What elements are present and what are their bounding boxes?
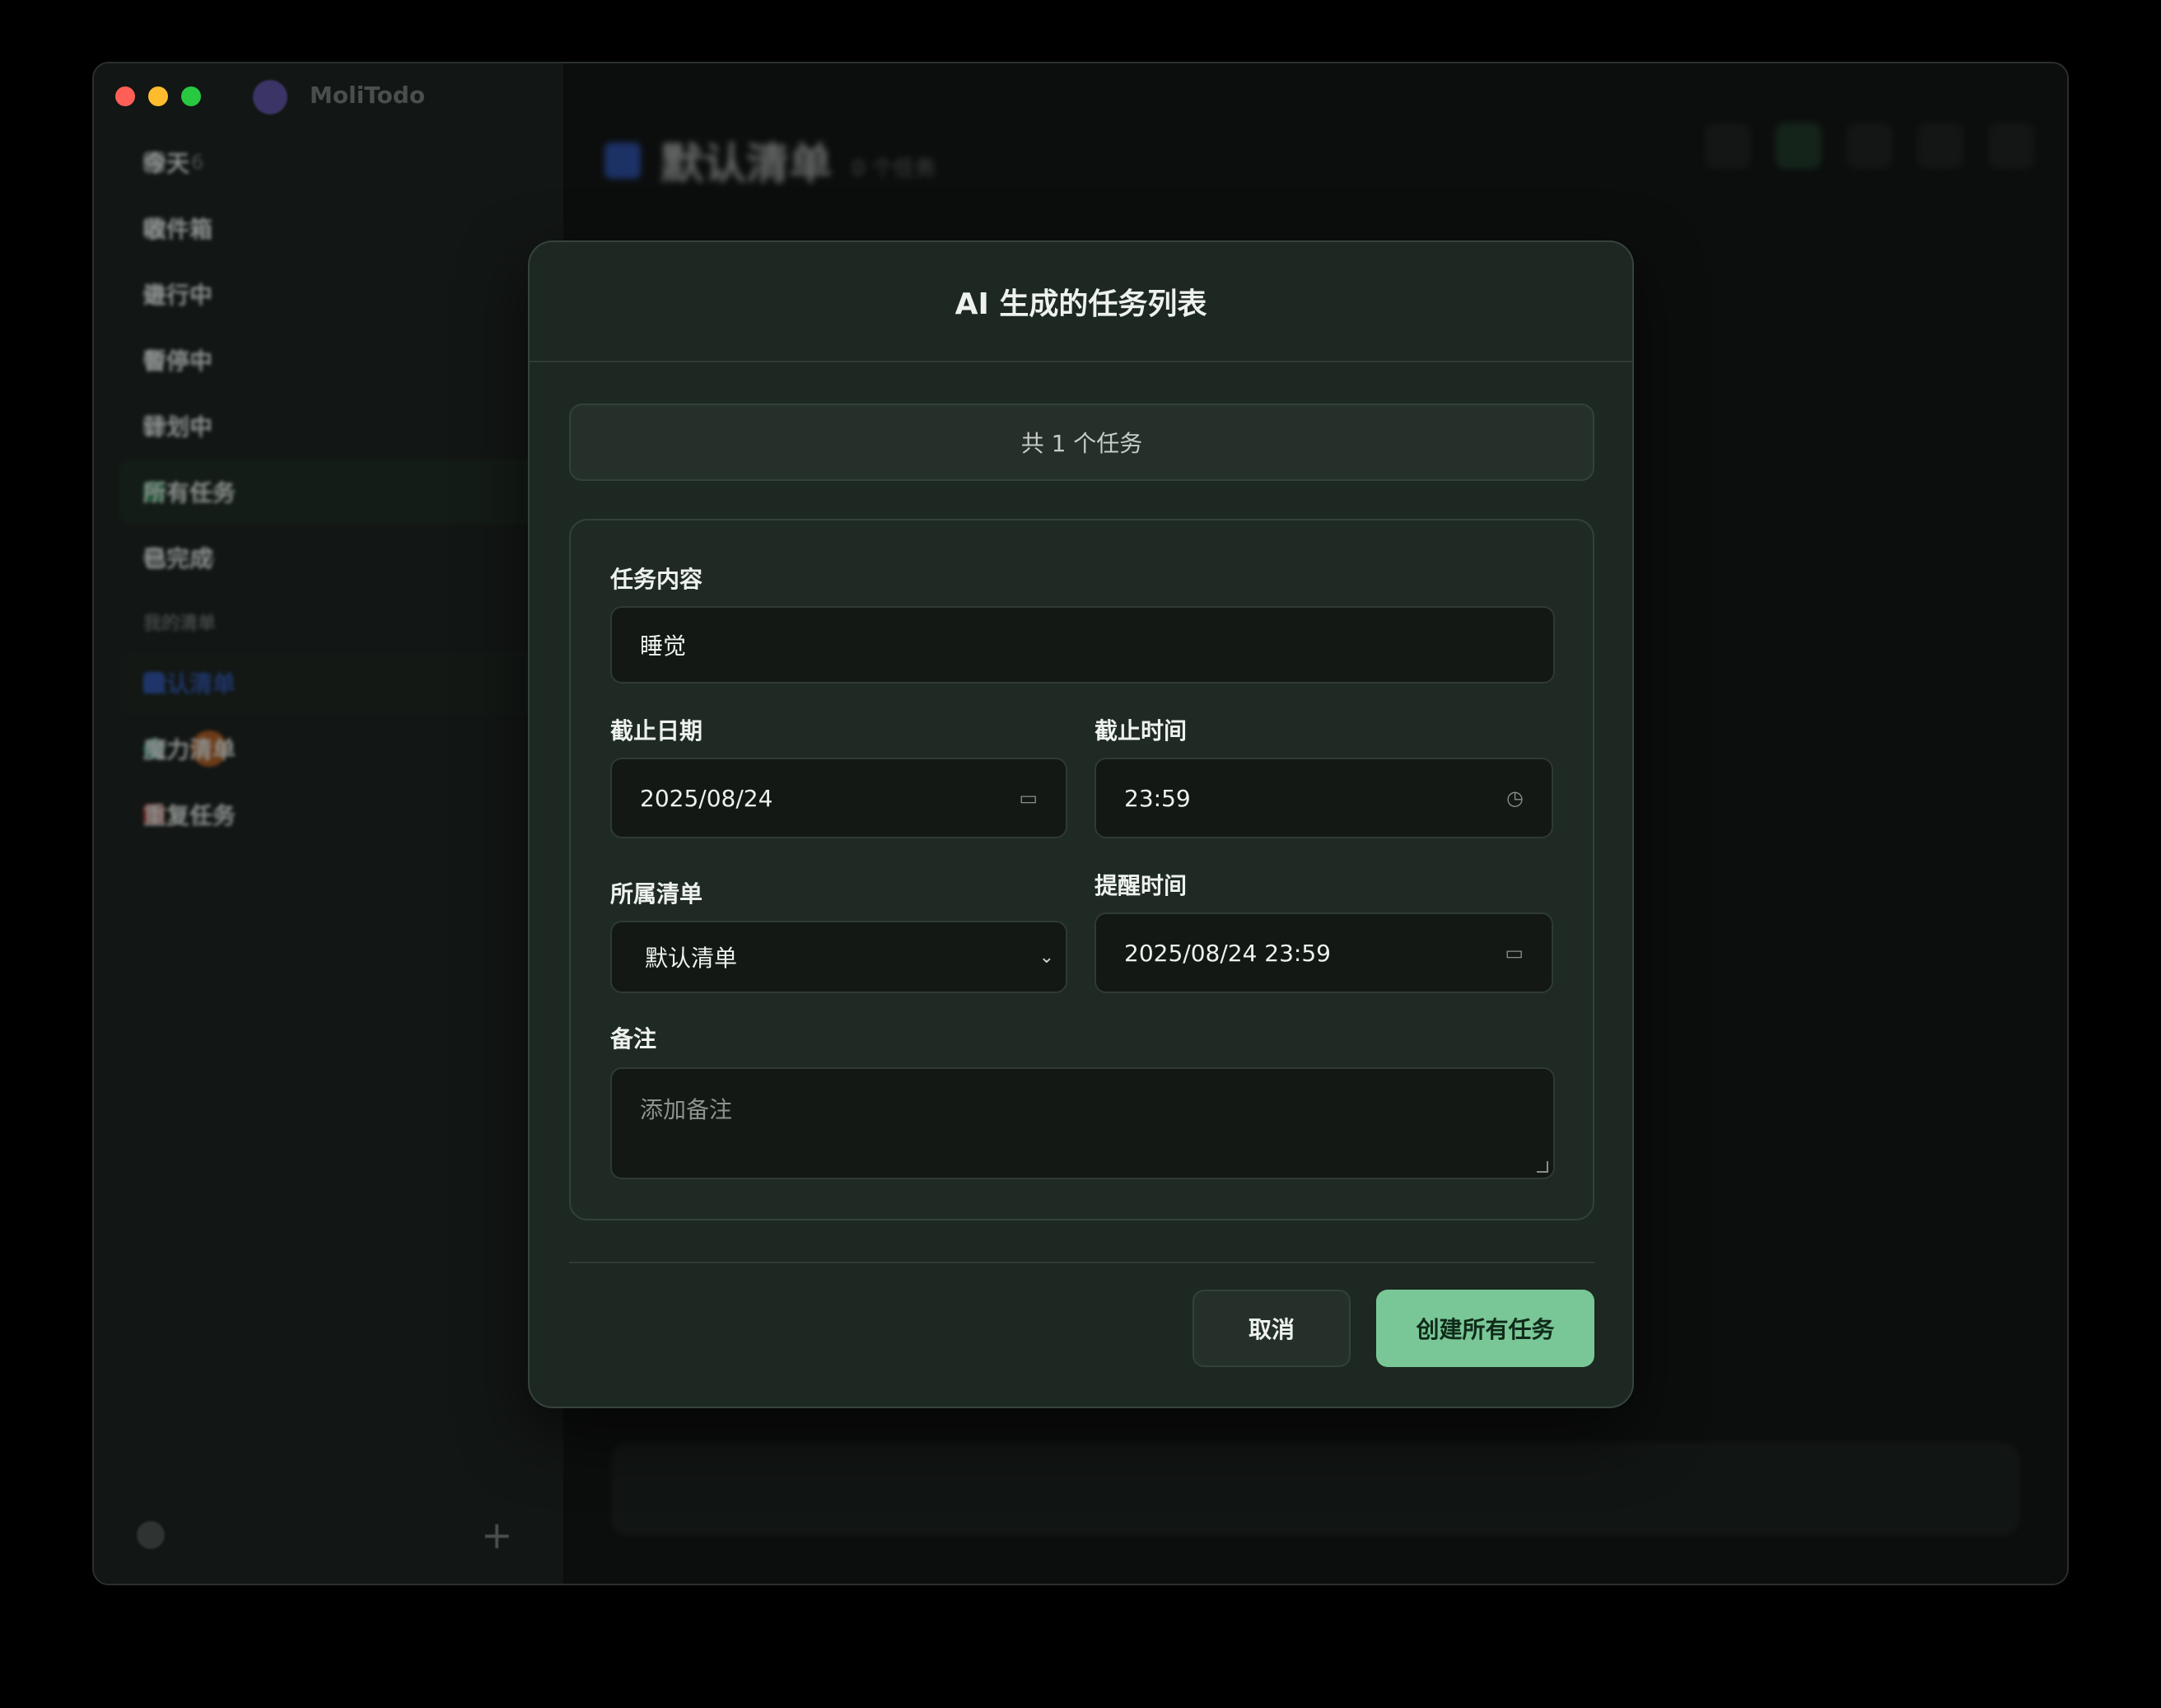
list-select-value: 默认清单 [645,945,738,972]
resize-handle-icon[interactable] [1537,1161,1548,1173]
header-toolbar [1705,123,2034,169]
sidebar-item-label: 重复任务 [143,802,236,829]
inbox-icon [604,142,641,179]
sidebar-item-label: 收件箱 [143,216,213,243]
sidebar-item-today[interactable]: 今天 6 [119,129,539,195]
sidebar-item-label: 进行中 [143,282,213,309]
sidebar-item-count: 6 [191,151,204,174]
list-header: 默认清单 0 个任务 [604,129,936,191]
content-label: 任务内容 [610,566,703,593]
calendar-icon[interactable]: ▭ [1019,786,1038,810]
sort-icon[interactable] [1917,123,1963,169]
task-content-input[interactable]: 睡觉 [610,606,1555,684]
view-toggle-icon[interactable] [1776,123,1822,169]
notes-placeholder: 添加备注 [640,1096,733,1123]
sidebar-list-default[interactable]: 默认清单 [119,650,539,716]
reminder-value: 2025/08/24 23:59 [1124,939,1331,967]
footer-divider [569,1262,1594,1263]
sidebar-item-label: 暂停中 [143,348,213,375]
list-select[interactable]: 默认清单 ⌄ [610,921,1067,993]
reminder-label: 提醒时间 [1095,872,1188,899]
task-content-value: 睡觉 [640,632,687,660]
sidebar-item-label: 默认清单 [143,670,236,698]
reminder-input[interactable]: 2025/08/24 23:59 ▭ [1095,912,1553,993]
search-icon[interactable] [1705,123,1751,169]
sidebar-item-label: 计划中 [143,413,213,441]
sidebar-item-label: 已完成 [143,545,213,572]
due-time-value: 23:59 [1124,784,1191,812]
sidebar-item-label: 所有任务 [143,479,236,506]
chevron-down-icon: ⌄ [1038,946,1054,968]
sidebar-item-inbox[interactable]: 收件箱 2 [119,195,539,261]
my-lists-heading: 我的清单 [143,614,217,634]
due-time-label: 截止时间 [1095,717,1188,744]
sidebar-list-repeat[interactable]: 重复任务 1 [119,782,539,847]
close-window-button[interactable] [115,86,135,106]
maximize-window-button[interactable] [181,86,201,106]
task-count-banner: 共 1 个任务 [569,404,1594,481]
sidebar-list-magic[interactable]: 魔力清单 [119,716,539,782]
due-date-value: 2025/08/24 [640,784,773,812]
ai-task-modal: AI 生成的任务列表 共 1 个任务 任务内容 睡觉 截止日期 2025/08/… [528,240,1634,1408]
sidebar-item-label: 魔力清单 [143,736,236,763]
sidebar: MoliTodo 今天 6 收件箱 2 进行中 0 暂停中 1 计划中 6 所有… [94,63,563,1584]
clock-icon[interactable]: ◷ [1506,786,1524,810]
sidebar-item-planned[interactable]: 计划中 6 [119,393,539,459]
settings-gear-icon[interactable] [137,1521,165,1549]
minimize-window-button[interactable] [148,86,168,106]
sidebar-item-in-progress[interactable]: 进行中 0 [119,261,539,327]
create-all-tasks-button[interactable]: 创建所有任务 [1376,1290,1594,1367]
app-avatar [253,80,287,114]
calendar-view-icon[interactable] [1846,123,1893,169]
app-name: MoliTodo [310,82,426,109]
calendar-icon[interactable]: ▭ [1505,941,1524,964]
task-card: 任务内容 睡觉 截止日期 2025/08/24 ▭ 截止时间 23:59 ◷ 所… [569,519,1594,1220]
sidebar-item-paused[interactable]: 暂停中 1 [119,327,539,393]
sidebar-item-all-tasks[interactable]: 所有任务 8 [119,459,539,525]
notes-textarea[interactable]: 添加备注 [610,1067,1555,1179]
add-list-icon[interactable]: + [481,1513,513,1557]
task-count-subtitle: 0 个任务 [852,156,936,181]
sidebar-item-label: 今天 [143,150,190,177]
window-controls [115,86,201,106]
notes-label: 备注 [610,1025,657,1052]
list-label: 所属清单 [610,880,703,908]
quick-add-input[interactable] [613,1444,2018,1534]
due-date-label: 截止日期 [610,717,703,744]
page-title: 默认清单 [660,140,833,189]
due-date-input[interactable]: 2025/08/24 ▭ [610,758,1067,838]
sidebar-item-completed[interactable]: 已完成 74 [119,525,539,590]
sidebar-nav: 今天 6 收件箱 2 进行中 0 暂停中 1 计划中 6 所有任务 8 已完成 … [119,129,539,847]
modal-title: AI 生成的任务列表 [530,242,1632,362]
more-icon[interactable] [1988,123,2034,169]
cancel-button[interactable]: 取消 [1193,1290,1351,1367]
due-time-input[interactable]: 23:59 ◷ [1095,758,1553,838]
